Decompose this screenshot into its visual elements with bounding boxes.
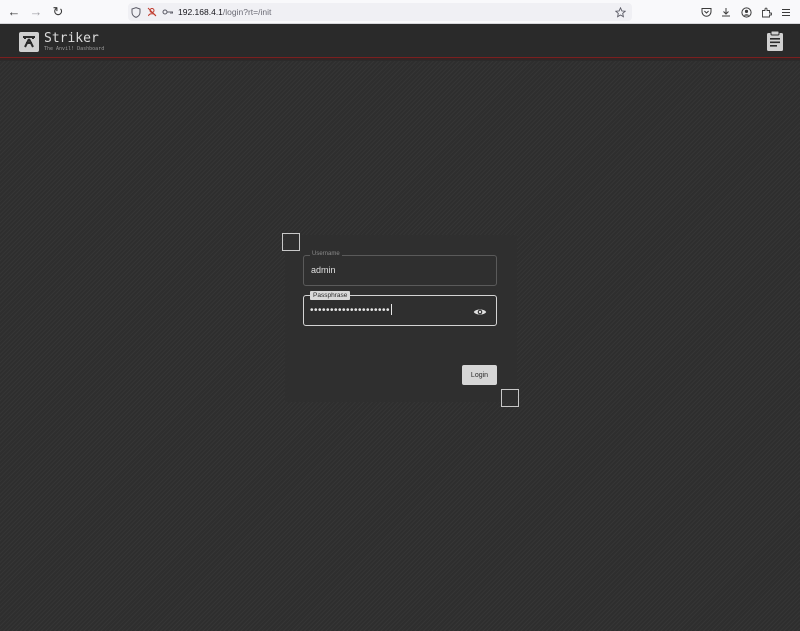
forward-icon[interactable]: → [25,1,47,23]
passphrase-value[interactable]: •••••••••••••••••••• [310,304,393,316]
panel-corner-decoration [282,233,300,251]
star-icon[interactable] [612,4,628,20]
url-host: 192.168.4.1 [178,7,223,17]
text-caret [391,304,393,315]
url-text[interactable]: 192.168.4.1/login?rt=/init [178,7,271,17]
key-icon[interactable] [160,4,176,20]
account-icon[interactable] [736,3,756,21]
url-path: /login?rt=/init [222,7,272,17]
shield-icon[interactable] [128,4,144,20]
passphrase-field[interactable]: Passphrase •••••••••••••••••••• [303,291,497,326]
anvil-logo-icon[interactable] [19,32,39,52]
username-value[interactable]: admin [311,265,336,275]
username-field[interactable]: Username admin [303,251,497,286]
panel-corner-decoration [501,389,519,407]
permissions-icon[interactable] [144,4,160,20]
passphrase-mask: •••••••••••••••••••• [310,305,391,316]
app-title[interactable]: Striker [44,31,99,46]
app-header: Striker The Anvil! Dashboard [0,24,800,60]
back-icon[interactable]: ← [3,1,25,23]
menu-icon[interactable] [776,3,796,21]
app-subtitle: The Anvil! Dashboard [44,46,105,52]
passphrase-label: Passphrase [310,291,351,300]
pocket-icon[interactable] [696,3,716,21]
show-password-eye-icon[interactable] [473,305,487,317]
browser-toolbar: ← → ↻ 192.168.4.1/login?rt=/init [0,0,800,24]
username-label: Username [310,251,342,257]
url-bar[interactable]: 192.168.4.1/login?rt=/init [128,3,632,21]
clipboard-icon[interactable] [766,30,784,52]
login-button[interactable]: Login [462,365,497,385]
download-icon[interactable] [716,3,736,21]
reload-icon[interactable]: ↻ [47,1,69,23]
extensions-icon[interactable] [756,3,776,21]
